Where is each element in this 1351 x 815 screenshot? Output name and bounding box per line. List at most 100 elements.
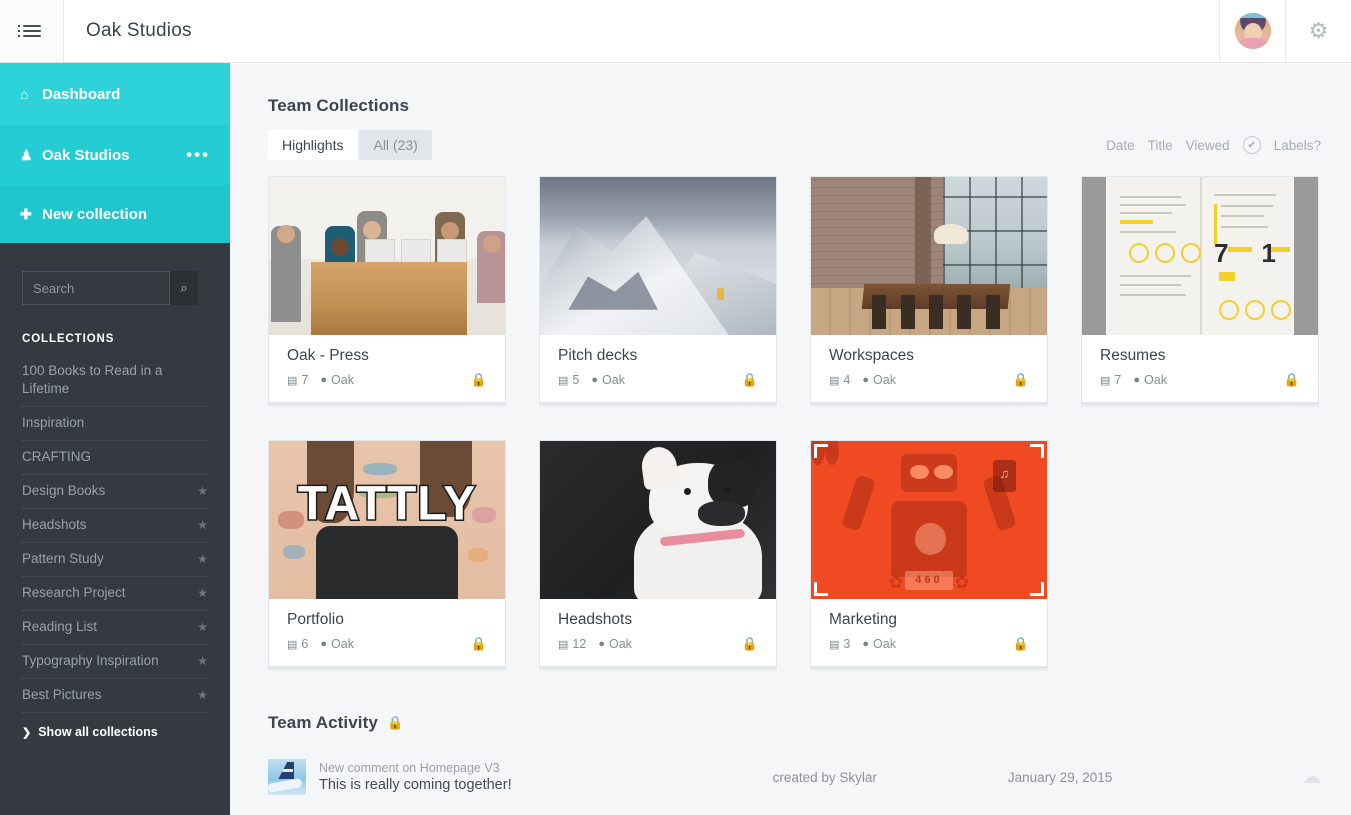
team-activity-section: Team Activity 🔒 New comment on Homepage … xyxy=(268,713,1321,795)
gear-icon: ⚙ xyxy=(1308,18,1329,43)
labels-toggle-label[interactable]: Labels? xyxy=(1274,138,1321,153)
main-content: Team Collections Highlights All (23) Dat… xyxy=(230,63,1351,815)
chevron-right-icon: ❯ xyxy=(22,726,32,739)
star-icon[interactable]: ★ xyxy=(197,652,208,670)
person-icon: ● xyxy=(862,374,870,386)
sidebar-item-label-oak-studios: Oak Studios xyxy=(42,146,130,164)
list-item[interactable]: Headshots ★ xyxy=(22,509,208,543)
card-board-count: 4 xyxy=(843,373,851,387)
star-icon[interactable]: ★ xyxy=(197,618,208,636)
top-bar: Oak Studios ⚙ xyxy=(0,0,1351,63)
lock-icon: 🔒 xyxy=(470,372,487,387)
list-item[interactable]: Reading List ★ xyxy=(22,611,208,645)
collection-card[interactable]: Pitch decks ▤ 5 ● Oak 🔒 xyxy=(539,176,777,403)
avatar-button[interactable] xyxy=(1219,0,1285,62)
tab-all[interactable]: All (23) xyxy=(359,130,432,160)
boards-icon: ▤ xyxy=(558,374,569,387)
activity-comment: This is really coming together! xyxy=(319,776,512,793)
show-all-collections-button[interactable]: ❯ Show all collections xyxy=(0,713,230,739)
boards-icon: ▤ xyxy=(829,638,840,651)
avatar xyxy=(1234,13,1271,49)
sort-by-title[interactable]: Title xyxy=(1148,138,1173,153)
collection-label: Typography Inspiration xyxy=(22,653,159,668)
card-title: Headshots xyxy=(558,611,633,628)
sidebar-item-dashboard[interactable]: ⌂ Dashboard xyxy=(0,63,230,125)
collection-label: Headshots xyxy=(22,517,87,532)
show-all-collections-label: Show all collections xyxy=(38,725,158,739)
page-title: Oak Studios xyxy=(86,20,192,41)
card-board-count: 3 xyxy=(843,637,851,651)
sidebar-item-new-collection[interactable]: ✚ New collection xyxy=(0,185,230,243)
card-meta: ▤ 7 ● Oak 🔒 xyxy=(287,372,487,388)
activity-author: created by Skylar xyxy=(772,769,877,785)
list-item[interactable]: Inspiration xyxy=(22,407,208,441)
list-item[interactable]: 100 Books to Read in a Lifetime xyxy=(22,355,208,407)
card-title: Portfolio xyxy=(287,611,344,628)
boards-icon: ▤ xyxy=(287,638,298,651)
card-owner: Oak xyxy=(873,637,896,651)
collection-card[interactable]: ♫ 460 ✿ ✿ Marketing ▤ 3 ● Oak 🔒 xyxy=(810,440,1048,667)
card-owner: Oak xyxy=(331,637,354,651)
card-title: Marketing xyxy=(829,611,898,628)
search-input[interactable] xyxy=(22,271,170,305)
list-item[interactable]: Design Books ★ xyxy=(22,475,208,509)
thumbnail-number-460: 460 xyxy=(915,574,943,587)
home-icon: ⌂ xyxy=(20,86,29,102)
lock-icon: 🔒 xyxy=(470,636,487,651)
lock-icon: 🔒 xyxy=(1283,372,1300,387)
person-icon: ● xyxy=(591,374,599,386)
card-title: Oak - Press xyxy=(287,347,369,364)
sort-by-date[interactable]: Date xyxy=(1106,138,1135,153)
hamburger-list-icon xyxy=(17,25,41,37)
collection-card[interactable]: TATTLY Portfolio ▤ 6 ● Oak 🔒 xyxy=(268,440,506,667)
menu-toggle-button[interactable] xyxy=(0,0,64,62)
star-icon[interactable]: ★ xyxy=(197,686,208,704)
card-board-count: 6 xyxy=(301,637,309,651)
plus-icon: ✚ xyxy=(20,205,32,222)
card-body: Marketing ▤ 3 ● Oak 🔒 xyxy=(811,599,1047,666)
settings-button[interactable]: ⚙ xyxy=(1285,0,1351,62)
collection-card[interactable]: Workspaces ▤ 4 ● Oak 🔒 xyxy=(810,176,1048,403)
activity-title: New comment on Homepage V3 xyxy=(319,760,500,775)
card-board-count: 5 xyxy=(572,373,580,387)
sort-by-viewed[interactable]: Viewed xyxy=(1186,138,1230,153)
card-thumbnail-loft xyxy=(811,177,1047,335)
collection-label: Inspiration xyxy=(22,415,85,430)
collections-toolbar: Highlights All (23) Date Title Viewed ✔ … xyxy=(268,130,1321,160)
card-meta: ▤ 7 ● Oak 🔒 xyxy=(1100,372,1300,388)
check-circle-icon[interactable]: ✔ xyxy=(1242,136,1261,154)
list-item[interactable]: CRAFTING xyxy=(22,441,208,475)
star-icon[interactable]: ★ xyxy=(197,584,208,602)
collection-card[interactable]: 7 1 Resumes ▤ 7 ● Oak 🔒 xyxy=(1081,176,1319,403)
person-icon: ● xyxy=(320,638,328,650)
collection-label: Pattern Study xyxy=(22,551,104,566)
collection-card[interactable]: Oak - Press ▤ 7 ● Oak 🔒 xyxy=(268,176,506,403)
tab-highlights[interactable]: Highlights xyxy=(268,130,358,160)
team-icon: ♟ xyxy=(20,146,33,163)
boards-icon: ▤ xyxy=(558,638,569,651)
list-item[interactable]: Typography Inspiration ★ xyxy=(22,645,208,679)
activity-item[interactable]: New comment on Homepage V3 This is reall… xyxy=(268,759,1321,795)
collection-label: CRAFTING xyxy=(22,449,91,464)
star-icon[interactable]: ★ xyxy=(197,516,208,534)
collection-card[interactable]: Headshots ▤ 12 ● Oak 🔒 xyxy=(539,440,777,667)
collections-header: COLLECTIONS xyxy=(22,333,115,345)
sidebar-item-more-icon[interactable]: ••• xyxy=(186,145,210,165)
sidebar: ⌂ Dashboard ♟ Oak Studios ••• ✚ New coll… xyxy=(0,63,230,815)
card-board-count: 7 xyxy=(1114,373,1122,387)
person-icon: ● xyxy=(862,638,870,650)
collection-label: Design Books xyxy=(22,483,106,498)
list-item[interactable]: Best Pictures ★ xyxy=(22,679,208,713)
card-owner: Oak xyxy=(602,373,625,387)
list-item[interactable]: Pattern Study ★ xyxy=(22,543,208,577)
lock-icon: 🔒 xyxy=(1012,372,1029,387)
list-item[interactable]: Research Project ★ xyxy=(22,577,208,611)
star-icon[interactable]: ★ xyxy=(197,482,208,500)
star-icon[interactable]: ★ xyxy=(197,550,208,568)
sidebar-item-oak-studios[interactable]: ♟ Oak Studios ••• xyxy=(0,125,230,185)
thumbnail-word-tattly: TATTLY xyxy=(296,476,477,532)
sidebar-item-label-new-collection: New collection xyxy=(42,205,148,223)
cloud-upload-icon[interactable]: ☁ xyxy=(1302,766,1321,789)
card-thumbnail-resume: 7 1 xyxy=(1082,177,1318,335)
search-button[interactable]: ⌕ xyxy=(170,271,198,305)
